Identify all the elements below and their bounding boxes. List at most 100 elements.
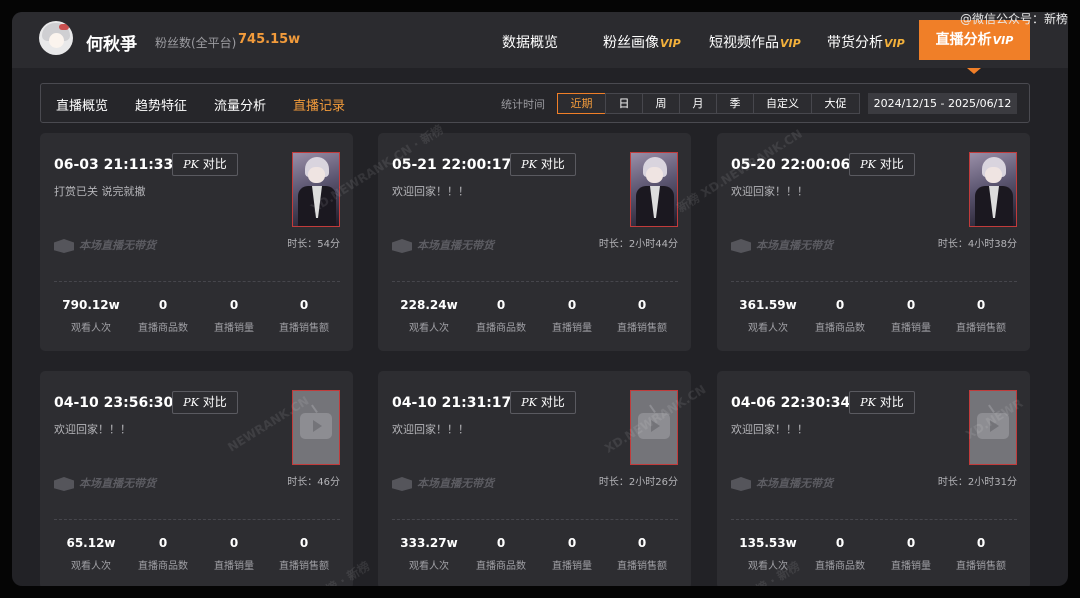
period-week[interactable]: 周: [642, 93, 680, 114]
nav-tab-data-overview[interactable]: 数据概览: [502, 32, 559, 52]
stat-label: 直播销量: [891, 323, 931, 334]
nav-tab-fan-profile[interactable]: 粉丝画像VIP: [603, 32, 681, 52]
stat-value: 0: [976, 536, 986, 550]
tv-play-icon: [300, 413, 332, 439]
date-range-picker[interactable]: 2024/12/15 - 2025/06/12: [868, 93, 1017, 114]
nav-tab-short-videos[interactable]: 短视频作品VIP: [709, 32, 801, 52]
stat-value: 0: [158, 536, 168, 550]
live-cover-thumbnail[interactable]: [969, 152, 1017, 227]
pk-compare-button[interactable]: PK 对比: [510, 391, 576, 414]
stat-label: 直播商品数: [815, 561, 865, 572]
stat-label: 直播销售额: [279, 323, 329, 334]
stat-value: 0: [835, 298, 845, 312]
stat-value: 0: [567, 536, 577, 550]
stat-item: 0 直播销量: [875, 298, 947, 334]
live-title: 欢迎回家！！！: [392, 423, 469, 436]
divider: [392, 281, 678, 282]
top-bar: 何秋爭 粉丝数(全平台) 745.15w 数据概览 粉丝画像VIP 短视频作品V…: [12, 12, 1068, 68]
stat-item: 0 直播销售额: [268, 298, 340, 334]
box-icon: [731, 239, 751, 253]
divider: [731, 519, 1017, 520]
period-recent[interactable]: 近期: [557, 93, 606, 114]
stat-item: 0 直播销量: [198, 298, 270, 334]
stat-value: 0: [906, 536, 916, 550]
subtab-traffic-analysis[interactable]: 流量分析: [214, 95, 266, 114]
live-record-card[interactable]: 04-10 21:31:17 PK 对比 欢迎回家！！！ 本场直播无带货 时长：…: [378, 371, 691, 586]
vip-badge: VIP: [780, 37, 801, 50]
stat-value: 0: [835, 536, 845, 550]
stat-label: 直播销售额: [956, 323, 1006, 334]
no-goods-label: 本场直播无带货: [54, 475, 156, 491]
pk-compare-button[interactable]: PK 对比: [510, 153, 576, 176]
no-goods-label: 本场直播无带货: [392, 475, 494, 491]
stat-value: 65.12w: [66, 536, 116, 550]
stat-item: 65.12w 观看人次: [55, 536, 127, 572]
stat-value: 0: [158, 298, 168, 312]
period-day[interactable]: 日: [605, 93, 643, 114]
live-record-card[interactable]: 04-10 23:56:30 PK 对比 欢迎回家！！！ 本场直播无带货 时长：…: [40, 371, 353, 586]
pk-compare-button[interactable]: PK 对比: [172, 391, 238, 414]
stat-value: 0: [299, 536, 309, 550]
live-title: 欢迎回家！！！: [731, 185, 808, 198]
live-record-card[interactable]: 06-03 21:11:33 PK 对比 打赏已关 说完就撤 本场直播无带货 时…: [40, 133, 353, 351]
tv-play-icon: [638, 413, 670, 439]
stat-value: 228.24w: [400, 298, 458, 312]
live-title: 欢迎回家！！！: [731, 423, 808, 436]
stat-item: 0 直播销售额: [606, 536, 678, 572]
subtab-trend-features[interactable]: 趋势特征: [135, 95, 187, 114]
live-record-card[interactable]: 04-06 22:30:34 PK 对比 欢迎回家！！！ 本场直播无带货 时长：…: [717, 371, 1030, 586]
period-custom[interactable]: 自定义: [753, 93, 812, 114]
stat-item: 0 直播销量: [875, 536, 947, 572]
live-record-card[interactable]: 05-20 22:00:06 PK 对比 欢迎回家！！！ 本场直播无带货 时长：…: [717, 133, 1030, 351]
pk-compare-button[interactable]: PK 对比: [172, 153, 238, 176]
live-cover-thumbnail[interactable]: [630, 390, 678, 465]
stat-time-label: 统计时间: [501, 98, 545, 111]
app-window: 何秋爭 粉丝数(全平台) 745.15w 数据概览 粉丝画像VIP 短视频作品V…: [12, 12, 1068, 586]
pk-compare-button[interactable]: PK 对比: [849, 391, 915, 414]
stat-value: 0: [976, 298, 986, 312]
box-icon: [54, 477, 74, 491]
stat-value: 0: [637, 298, 647, 312]
live-duration: 时长：46分: [287, 477, 340, 488]
live-cover-thumbnail[interactable]: [292, 390, 340, 465]
live-start-time: 04-10 21:31:17: [392, 395, 512, 411]
stat-item: 135.53w 观看人次: [732, 536, 804, 572]
stat-value: 333.27w: [400, 536, 458, 550]
stat-item: 0 直播销售额: [945, 298, 1017, 334]
stat-label: 直播销量: [552, 561, 592, 572]
box-icon: [392, 477, 412, 491]
pk-compare-button[interactable]: PK 对比: [849, 153, 915, 176]
box-icon: [392, 239, 412, 253]
stat-value: 361.59w: [739, 298, 797, 312]
period-quarter[interactable]: 季: [716, 93, 754, 114]
avatar-icon[interactable]: [39, 21, 73, 55]
stat-label: 直播销售额: [617, 323, 667, 334]
stat-value: 0: [906, 298, 916, 312]
stat-label: 直播商品数: [476, 561, 526, 572]
stat-value: 0: [567, 298, 577, 312]
stat-label: 观看人次: [71, 561, 111, 572]
stat-value: 0: [229, 298, 239, 312]
period-promotion[interactable]: 大促: [811, 93, 860, 114]
stat-item: 0 直播销售额: [606, 298, 678, 334]
stat-label: 直播商品数: [815, 323, 865, 334]
live-cover-thumbnail[interactable]: [969, 390, 1017, 465]
period-month[interactable]: 月: [679, 93, 717, 114]
live-title: 欢迎回家！！！: [54, 423, 131, 436]
stat-value: 0: [496, 536, 506, 550]
fans-count-label: 粉丝数(全平台): [155, 36, 237, 50]
live-cover-thumbnail[interactable]: [292, 152, 340, 227]
stat-item: 333.27w 观看人次: [393, 536, 465, 572]
stat-item: 0 直播商品数: [804, 298, 876, 334]
divider: [54, 519, 340, 520]
nav-tab-commerce-analysis[interactable]: 带货分析VIP: [827, 32, 905, 52]
subtab-live-records[interactable]: 直播记录: [293, 95, 345, 114]
live-cover-thumbnail[interactable]: [630, 152, 678, 227]
subtab-live-overview[interactable]: 直播概览: [56, 95, 108, 114]
vip-badge: VIP: [992, 34, 1014, 47]
stat-value: 0: [229, 536, 239, 550]
box-icon: [731, 477, 751, 491]
live-duration: 时长：4小时38分: [937, 239, 1017, 250]
live-record-card[interactable]: 05-21 22:00:17 PK 对比 欢迎回家！！！ 本场直播无带货 时长：…: [378, 133, 691, 351]
no-goods-label: 本场直播无带货: [731, 237, 833, 253]
